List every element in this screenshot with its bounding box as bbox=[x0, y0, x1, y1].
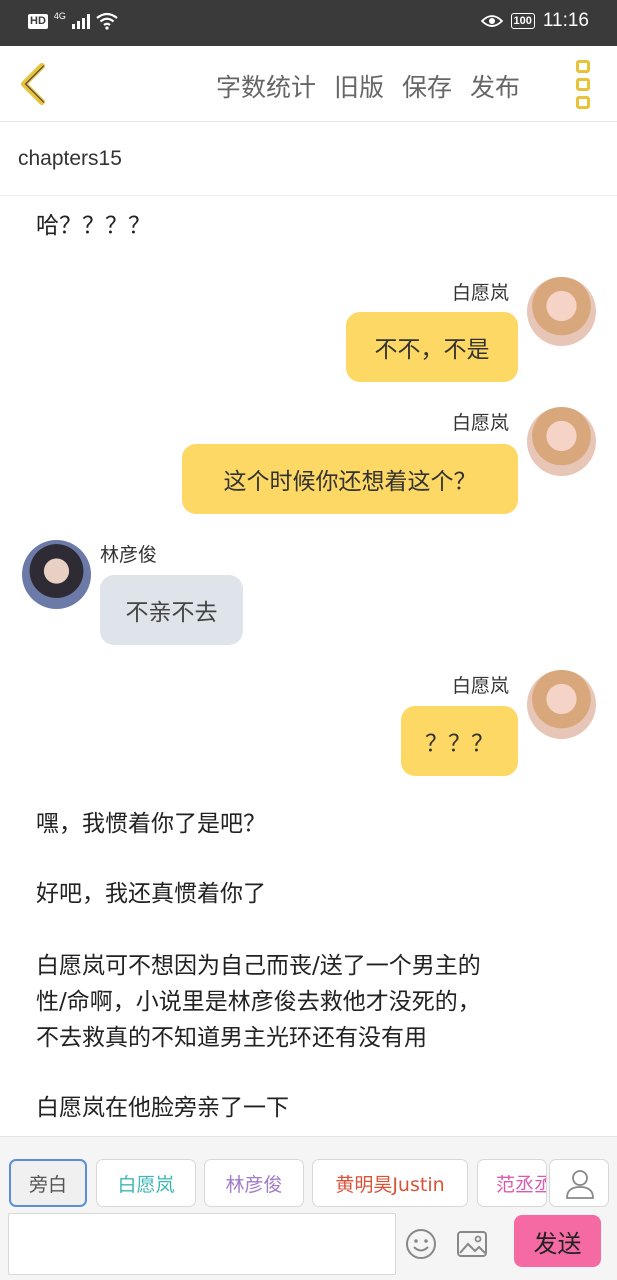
narration-line: 不去救真的不知道男主光环还有没有用 bbox=[36, 1025, 427, 1051]
avatar bbox=[527, 670, 596, 739]
message-bubble: 不不，不是 bbox=[346, 312, 518, 382]
chip-label: 白愿岚 bbox=[117, 1173, 175, 1196]
more-menu-icon[interactable] bbox=[570, 60, 598, 110]
narration-line: 白愿岚在他脸旁亲了一下 bbox=[36, 1095, 289, 1121]
composer-panel: 旁白 白愿岚 林彦俊 黄明昊Justin 范丞丞 发送 bbox=[0, 1136, 617, 1280]
old-version-button[interactable]: 旧版 bbox=[334, 68, 384, 104]
top-toolbar: 字数统计 旧版 保存 发布 bbox=[0, 46, 617, 122]
avatar bbox=[527, 407, 596, 476]
speaker-name: 白愿岚 bbox=[452, 412, 510, 434]
chip-label: 旁白 bbox=[28, 1173, 67, 1196]
emoji-button[interactable] bbox=[404, 1227, 438, 1261]
add-character-button[interactable] bbox=[549, 1159, 609, 1207]
message-bubble: ？？？ bbox=[401, 706, 518, 776]
character-chip[interactable]: 白愿岚 bbox=[96, 1159, 196, 1207]
status-right: 100 11:16 bbox=[480, 10, 589, 32]
network-type: 4G bbox=[53, 11, 66, 21]
narration-line: 性/命啊，小说里是林彦俊去救他才没死的， bbox=[36, 989, 481, 1015]
add-character-icon bbox=[566, 1170, 594, 1199]
emoji-icon bbox=[406, 1229, 436, 1259]
chapter-title[interactable]: chapters15 bbox=[18, 147, 122, 171]
clock: 11:16 bbox=[542, 10, 589, 31]
wifi-icon bbox=[96, 12, 118, 30]
narration-line: 嘿，我惯着你了是吧？ bbox=[36, 811, 266, 837]
chip-label: 林彦俊 bbox=[225, 1173, 283, 1196]
image-icon bbox=[457, 1231, 487, 1257]
message-bubble: 不亲不去 bbox=[100, 575, 243, 645]
back-button[interactable] bbox=[12, 60, 56, 108]
message-input[interactable] bbox=[8, 1213, 396, 1275]
narration-line: 好吧，我还真惯着你了 bbox=[36, 881, 266, 907]
publish-button[interactable]: 发布 bbox=[470, 68, 520, 104]
chip-label: 黄明昊Justin bbox=[335, 1173, 445, 1196]
status-bar: HD 4G 100 11:16 bbox=[0, 0, 617, 46]
save-button[interactable]: 保存 bbox=[402, 68, 452, 104]
image-button[interactable] bbox=[455, 1227, 489, 1261]
battery-indicator: 100 bbox=[510, 13, 535, 29]
avatar bbox=[527, 277, 596, 346]
character-chip[interactable]: 林彦俊 bbox=[204, 1159, 304, 1207]
message-bubble: 这个时候你还想着这个？ bbox=[182, 444, 518, 514]
character-chip[interactable]: 范丞丞 bbox=[477, 1159, 547, 1207]
narration-line: 白愿岚可不想因为自己而丧/送了一个男主的 bbox=[36, 953, 481, 979]
character-chip[interactable]: 黄明昊Justin bbox=[312, 1159, 468, 1207]
avatar bbox=[22, 540, 91, 609]
signal-icon bbox=[71, 13, 90, 29]
speaker-name: 白愿岚 bbox=[452, 675, 510, 697]
speaker-name: 白愿岚 bbox=[452, 282, 510, 304]
word-count-button[interactable]: 字数统计 bbox=[216, 68, 316, 104]
chapter-title-bar[interactable]: chapters15 bbox=[0, 122, 617, 196]
narration-line: 哈？？？？ bbox=[36, 213, 151, 239]
speaker-name: 林彦俊 bbox=[100, 544, 158, 566]
eye-icon bbox=[480, 15, 503, 27]
status-left: HD 4G bbox=[28, 11, 118, 30]
hd-badge: HD bbox=[28, 13, 48, 29]
back-arrow-icon bbox=[21, 63, 45, 105]
toolbar-actions: 字数统计 旧版 保存 发布 bbox=[216, 68, 520, 104]
chip-label: 范丞丞 bbox=[496, 1173, 546, 1196]
send-button[interactable]: 发送 bbox=[514, 1215, 601, 1267]
character-chip-narrator[interactable]: 旁白 bbox=[9, 1159, 87, 1207]
